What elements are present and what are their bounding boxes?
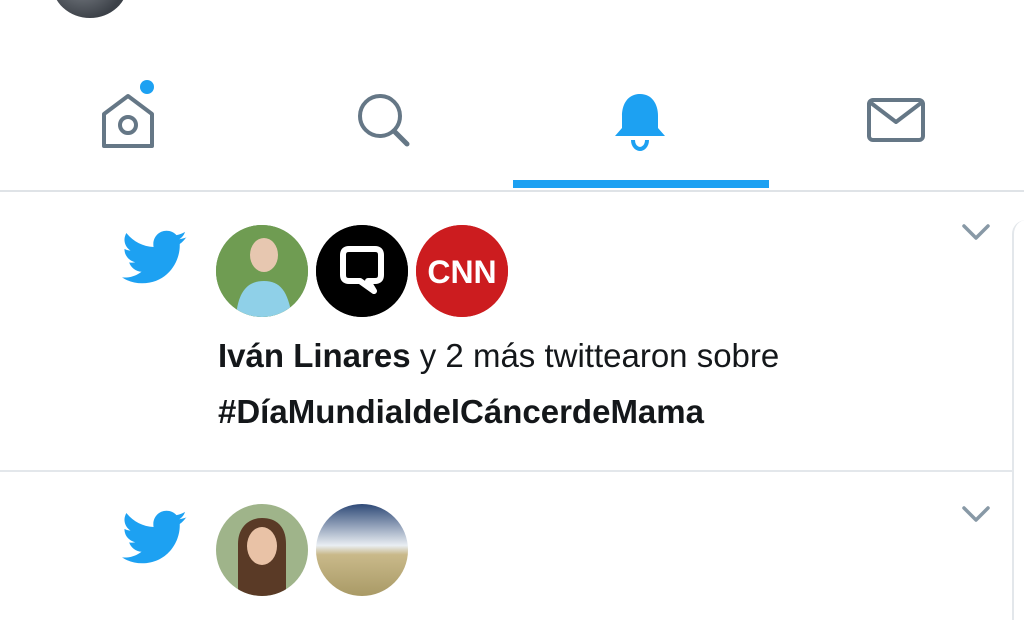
tab-notifications[interactable] [512,50,768,190]
twitter-bird-icon [122,230,187,284]
profile-avatar[interactable] [52,0,128,18]
chevron-down-icon[interactable] [960,222,992,242]
search-icon [358,94,410,147]
svg-text:CNN: CNN [427,254,496,290]
notification-item[interactable]: CNN Iván Linares y 2 más twittearon sobr… [0,192,1012,472]
avatar-ivan-linares[interactable] [216,225,308,317]
avatar-cnn[interactable]: CNN [416,225,508,317]
notification-summary: y 2 más twittearon sobre [410,337,780,374]
card-edge [1012,220,1024,620]
tab-search[interactable] [256,50,512,190]
avatar-photo [216,225,308,317]
notification-text: Iván Linares y 2 más twittearon sobre [218,328,779,384]
avatar-photo [316,504,408,596]
notification-item[interactable] [0,472,1012,612]
tab-home[interactable] [0,50,256,190]
avatar-quote-bubble[interactable] [316,225,408,317]
envelope-icon [867,98,925,142]
speech-bubble-icon [316,225,408,317]
hashtag-link[interactable]: #DíaMundialdelCáncerdeMama [218,384,704,440]
bell-icon [615,94,665,152]
actor-name[interactable]: Iván Linares [218,337,411,374]
twitter-bird-icon [122,510,187,564]
avatar-woman[interactable] [216,504,308,596]
bottom-tab-bar [0,50,1024,192]
home-unread-dot [140,80,154,94]
chevron-down-icon[interactable] [960,504,992,524]
avatar-photo [216,504,308,596]
active-tab-indicator [513,180,769,188]
home-icon [102,94,154,148]
tab-messages[interactable] [768,50,1024,190]
avatar-landscape[interactable] [316,504,408,596]
cnn-logo: CNN [416,225,508,317]
